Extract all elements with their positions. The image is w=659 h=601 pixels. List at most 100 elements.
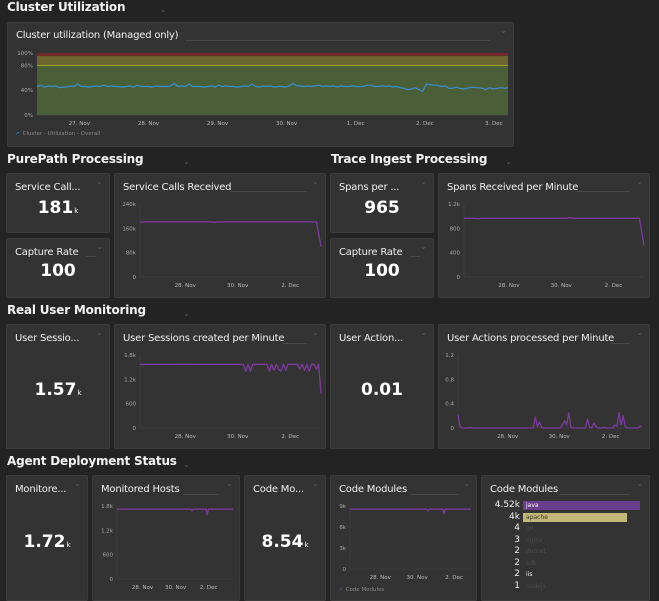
chevron-down-icon[interactable]: ⌄: [505, 157, 512, 166]
list-item[interactable]: 2 dotnet: [482, 546, 651, 557]
tile-title: Capture Rate: [15, 247, 79, 258]
item-value: 2: [514, 569, 520, 579]
x-tick-label: 30. Nov: [407, 575, 429, 581]
tile-spans-single[interactable]: Spans per ... ⌄ 965: [330, 173, 434, 233]
single-value: 1.72k: [7, 532, 87, 552]
tile-user-actions-chart[interactable]: User Actions processed per Minute ⌄ 0 0.4…: [438, 324, 650, 449]
tile-capture-rate-purepath[interactable]: Capture Rate ⌄ 100: [6, 238, 110, 298]
tile-title: Code Modules: [490, 484, 558, 495]
item-value: 1: [514, 580, 520, 591]
single-value: 8.54k: [245, 532, 325, 552]
y-tick-label: 80%: [21, 63, 33, 69]
list-item[interactable]: 2 iis: [482, 569, 651, 580]
chevron-down-icon[interactable]: ⌄: [183, 157, 190, 166]
y-tick-label: 9k: [339, 504, 346, 510]
list-item[interactable]: 3 nginx: [482, 535, 651, 546]
title-divider: [560, 494, 630, 495]
item-value: 4k: [509, 511, 520, 522]
tile-cluster-utilization-chart[interactable]: Cluster utilization (Managed only) ⌄ 0% 4…: [7, 22, 514, 147]
list-item[interactable]: 2 sdk: [482, 558, 651, 569]
x-tick-label: 30. Nov: [276, 121, 298, 127]
item-name: java: [526, 502, 539, 509]
tile-user-actions-single[interactable]: User Action... ⌄ 0.01: [330, 324, 434, 449]
x-tick-label: 28. Nov: [370, 575, 392, 581]
y-tick-label: 0.4: [445, 402, 454, 408]
tile-service-calls-single[interactable]: Service Call... ⌄ 181k: [6, 173, 110, 233]
x-tick-label: 29. Nov: [207, 121, 229, 127]
value: 100: [364, 261, 400, 281]
item-value: 2: [514, 546, 520, 556]
chart-legend[interactable]: ➚ Code Modules: [338, 587, 384, 593]
single-value: 100: [331, 261, 433, 281]
chevron-down-icon[interactable]: ⌄: [183, 460, 190, 469]
series-line: [457, 412, 642, 429]
value: 965: [364, 198, 400, 218]
title-divider: [410, 256, 420, 257]
x-tick-label: 2. Dec: [602, 434, 620, 440]
y-tick-label: 3k: [339, 546, 346, 552]
tile-title: Spans per ...: [339, 182, 400, 193]
chevron-down-icon[interactable]: ⌄: [96, 242, 103, 251]
tile-code-modules-chart[interactable]: Code Modules ⌄ 0 3k 6k 9k 28. Nov 30. Nov 2. D…: [330, 475, 477, 601]
x-tick-label: 1. Dec: [347, 121, 365, 127]
x-tick-label: 3. Dec: [485, 121, 503, 127]
series-line: [140, 363, 322, 394]
tile-title: Code Mo...: [253, 484, 304, 495]
chevron-down-icon[interactable]: ⌄: [420, 242, 427, 251]
code-modules-chart: 0 3k 6k 9k 28. Nov 30. Nov 2. Dec: [339, 504, 471, 581]
item-name: sdk: [526, 559, 537, 567]
chevron-down-icon[interactable]: ⌄: [96, 328, 103, 337]
chart-legend[interactable]: ➚ Cluster - Utilization - Overall: [15, 131, 100, 137]
tile-capture-rate-trace[interactable]: Capture Rate ⌄ 100: [330, 238, 434, 298]
chevron-down-icon[interactable]: ⌄: [183, 309, 190, 318]
list-item[interactable]: 4.52k java: [482, 500, 651, 511]
legend-label: Code Modules: [345, 587, 385, 593]
chevron-down-icon[interactable]: ⌄: [160, 5, 167, 14]
tile-service-calls-chart[interactable]: Service Calls Received ⌄ 0 80k 160k 240k 28.…: [114, 173, 326, 298]
tile-user-sessions-chart[interactable]: User Sessions created per Minute ⌄ 0 600 1…: [114, 324, 326, 449]
chevron-down-icon[interactable]: ⌄: [312, 479, 319, 488]
y-tick-label: 160k: [122, 226, 136, 232]
y-tick-label: 0: [457, 275, 461, 281]
title-divider: [86, 256, 96, 257]
tile-code-modules-topn[interactable]: Code Modules ⌄ 4.52k java 4k apache 4 go 3 ngin…: [481, 475, 650, 601]
top-list: 4.52k java 4k apache 4 go 3 nginx 2 dotnet 2 sdk 2 ii…: [482, 500, 651, 600]
item-name: apache: [526, 513, 548, 521]
y-tick-label: 1.2k: [101, 528, 114, 534]
list-item[interactable]: 4 go: [482, 523, 651, 534]
chevron-down-icon[interactable]: ⌄: [636, 479, 643, 488]
item-value: 4.52k: [494, 500, 520, 510]
tile-spans-chart[interactable]: Spans Received per Minute ⌄ 0 400 800 1.2k 2…: [438, 173, 650, 298]
tile-code-modules-single[interactable]: Code Mo... ⌄ 8.54k: [244, 475, 326, 601]
tile-monitored-hosts-chart[interactable]: Monitored Hosts ⌄ 0 600 1.2k 1.8k 28. Nov 30.…: [92, 475, 240, 601]
value: 8.54: [261, 532, 304, 552]
tile-monitored-single[interactable]: Monitore... ⌄ 1.72k: [6, 475, 88, 601]
y-tick-label: 800: [450, 226, 461, 232]
x-tick-label: 30. Nov: [227, 283, 249, 289]
chevron-down-icon[interactable]: ⌄: [74, 479, 81, 488]
list-item[interactable]: 4k apache: [482, 512, 651, 523]
tile-user-sessions-single[interactable]: User Sessio... ⌄ 1.57k: [6, 324, 110, 449]
x-tick-label: 2. Dec: [281, 283, 299, 289]
x-tick-label: 28. Nov: [175, 283, 197, 289]
value: 1.57: [34, 380, 77, 400]
y-tick-label: 600: [103, 553, 114, 559]
y-tick-label: 6k: [339, 525, 346, 531]
x-tick-label: 27. Nov: [69, 121, 91, 127]
monitored-hosts-chart: 0 600 1.2k 1.8k 28. Nov 30. Nov 2. Dec: [101, 504, 233, 591]
value: 181: [37, 198, 74, 218]
y-tick-label: 600: [126, 402, 137, 408]
service-calls-chart: 0 80k 160k 240k 28. Nov 30. Nov 2. Dec: [122, 202, 322, 289]
y-tick-label: 0: [110, 577, 114, 583]
chevron-down-icon[interactable]: ⌄: [96, 177, 103, 186]
item-name: go: [526, 525, 534, 532]
x-tick-label: 30. Nov: [165, 585, 187, 591]
chevron-down-icon[interactable]: ⌄: [420, 177, 427, 186]
section-title-purepath-processing: PurePath Processing: [7, 152, 144, 166]
y-tick-label: 0: [133, 426, 137, 432]
user-sessions-chart: 0 600 1.2k 1.8k 28. Nov 30. Nov 2. Dec: [124, 353, 322, 440]
unit: k: [66, 541, 71, 549]
single-value: 181k: [7, 198, 109, 218]
chevron-down-icon[interactable]: ⌄: [420, 328, 427, 337]
list-item[interactable]: 1 nodejs: [482, 581, 651, 592]
